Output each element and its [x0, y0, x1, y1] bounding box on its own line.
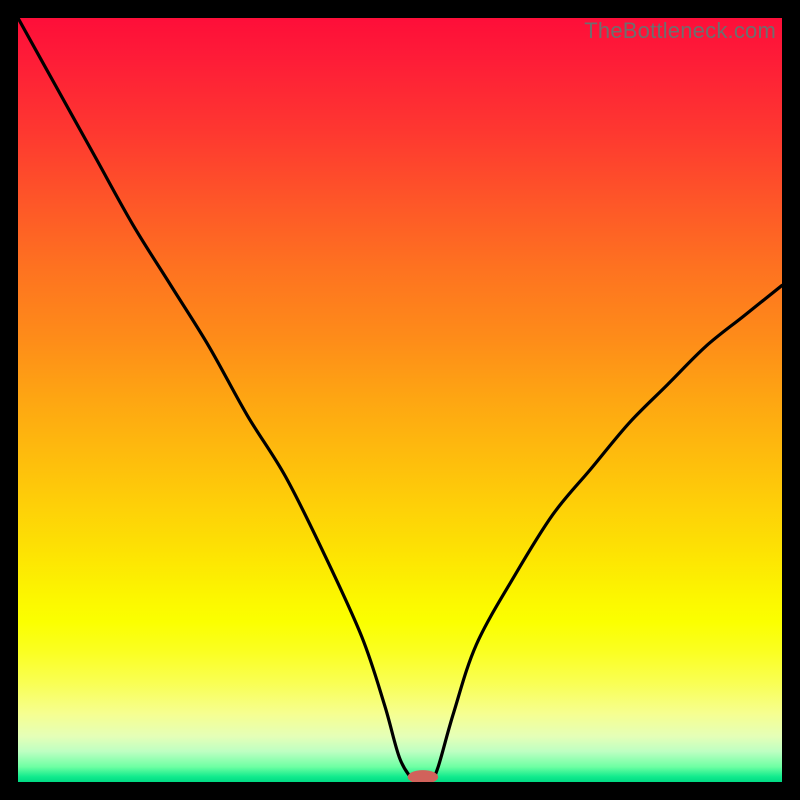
bottleneck-curve [18, 18, 782, 782]
minimum-marker [408, 770, 439, 782]
chart-frame: TheBottleneck.com [0, 0, 800, 800]
curve-path [18, 18, 782, 782]
plot-area: TheBottleneck.com [18, 18, 782, 782]
